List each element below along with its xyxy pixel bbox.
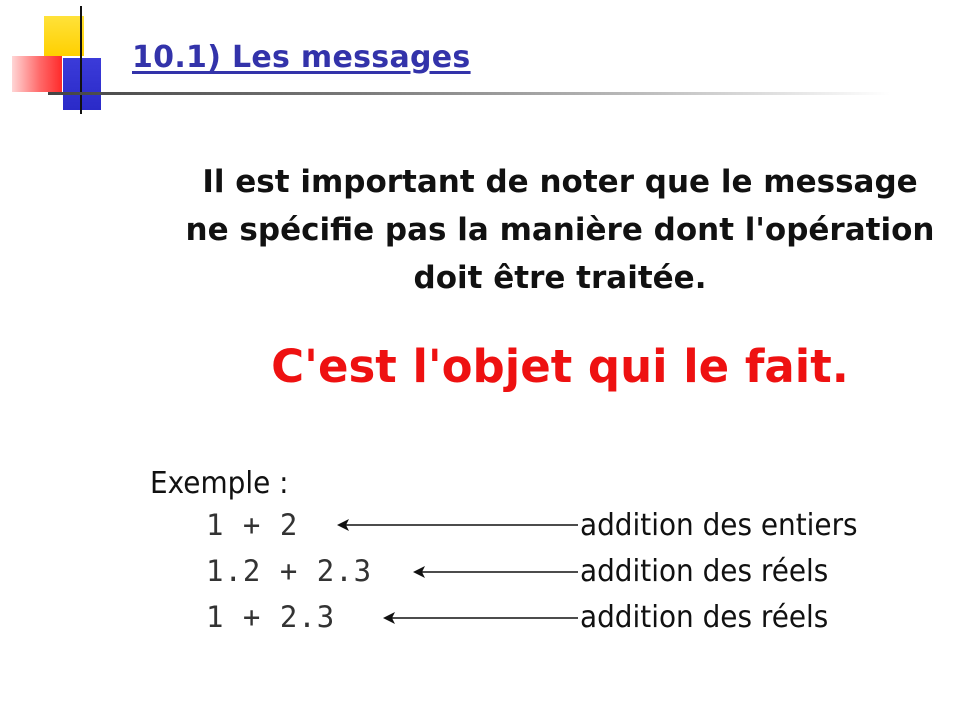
example-arrows (337, 519, 578, 624)
arrow-left-icon (383, 612, 578, 624)
arrow-left-icon (337, 519, 578, 531)
arrow-left-icon (413, 566, 578, 578)
